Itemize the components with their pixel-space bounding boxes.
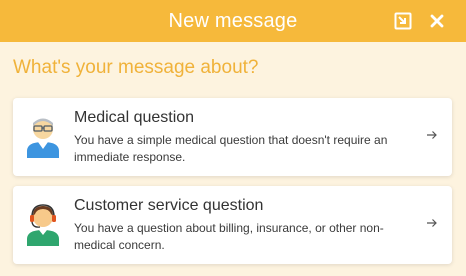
arrow-right-icon <box>427 131 437 139</box>
support-agent-avatar-icon <box>27 204 59 246</box>
option-title: Medical question <box>74 109 195 126</box>
option-description: You have a question about billing, insur… <box>74 221 384 252</box>
popout-button[interactable] <box>388 0 418 42</box>
arrow-right-icon <box>427 219 437 227</box>
option-description: You have a simple medical question that … <box>74 133 388 164</box>
popout-icon <box>394 12 412 30</box>
close-button[interactable] <box>422 0 452 42</box>
customer-service-option[interactable]: Customer service question You have a que… <box>13 186 452 264</box>
new-message-dialog: New message What's your message about? M… <box>0 0 466 276</box>
doctor-avatar-icon <box>27 118 59 158</box>
dialog-title: New message <box>168 9 298 32</box>
dialog-header: New message <box>0 0 466 42</box>
medical-question-option[interactable]: Medical question You have a simple medic… <box>13 98 452 176</box>
message-topic-heading: What's your message about? <box>13 57 259 78</box>
option-title: Customer service question <box>74 197 264 214</box>
close-icon <box>430 14 444 28</box>
